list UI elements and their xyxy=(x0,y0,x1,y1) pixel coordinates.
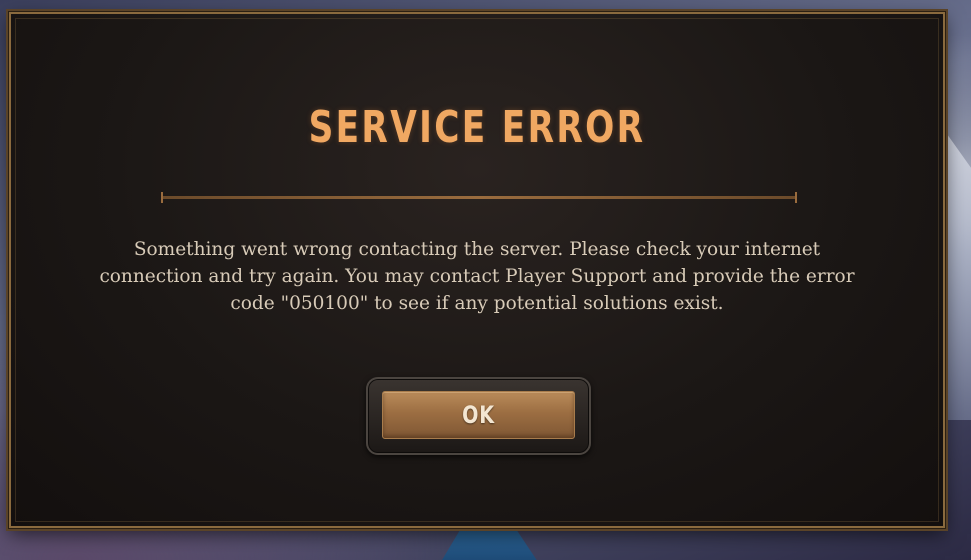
ok-button-label: OK xyxy=(462,401,495,429)
error-message: Something went wrong contacting the serv… xyxy=(99,239,855,314)
divider-right-cap xyxy=(795,192,797,203)
ok-button[interactable]: OK xyxy=(382,391,575,439)
ok-button-frame: OK xyxy=(366,377,591,455)
title-divider xyxy=(161,192,797,203)
divider-left-cap xyxy=(161,192,163,203)
error-dialog: SERVICE ERROR Something went wrong conta… xyxy=(9,12,945,528)
dialog-title: SERVICE ERROR xyxy=(308,102,646,153)
